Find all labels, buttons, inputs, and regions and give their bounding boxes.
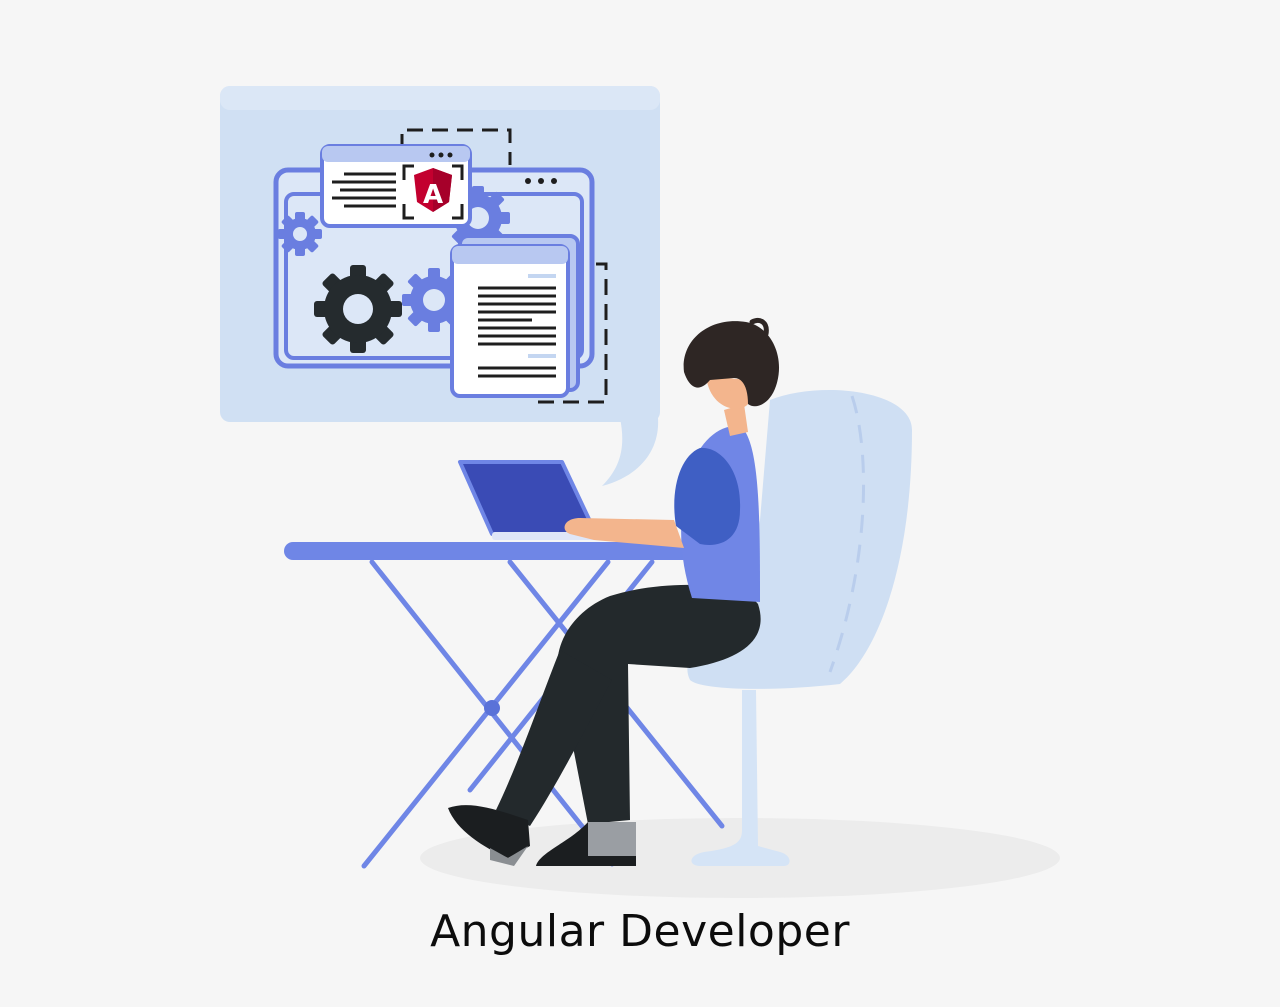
angular-badge-letter: A [423,180,443,210]
angular-developer-illustration: A [220,86,1060,898]
gear-icon [278,212,322,256]
gear-icon [314,265,402,353]
page-title: Angular Developer [430,906,850,957]
document-icon [450,234,580,398]
